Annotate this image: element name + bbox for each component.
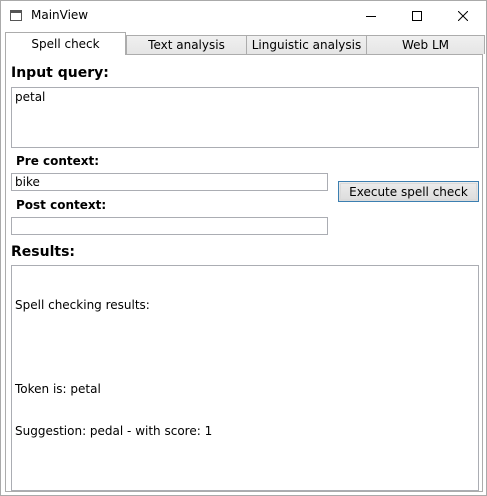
close-button[interactable] bbox=[440, 1, 486, 31]
maximize-button[interactable] bbox=[394, 1, 440, 31]
input-query-heading: Input query: bbox=[11, 65, 109, 81]
title-bar[interactable]: MainView bbox=[1, 1, 486, 31]
execute-spell-check-button[interactable]: Execute spell check bbox=[338, 181, 479, 202]
spell-check-panel: Input query: petal Pre context: bike Pos… bbox=[5, 54, 483, 492]
post-context-field[interactable] bbox=[11, 217, 328, 235]
tab-text-analysis[interactable]: Text analysis bbox=[126, 35, 247, 54]
tab-strip: Spell check Text analysis Linguistic ana… bbox=[3, 32, 485, 55]
pre-context-field[interactable]: bike bbox=[11, 173, 328, 191]
results-line: Token is: petal bbox=[15, 382, 101, 396]
post-context-label: Post context: bbox=[16, 198, 107, 212]
minimize-button[interactable] bbox=[348, 1, 394, 31]
execute-spell-check-label: Execute spell check bbox=[340, 183, 477, 200]
maximize-icon bbox=[412, 11, 422, 21]
pre-context-label: Pre context: bbox=[16, 154, 100, 168]
results-field[interactable]: Spell checking results: Token is: petal … bbox=[11, 265, 479, 491]
main-window: MainView Spell check Text analysis Lingu… bbox=[0, 0, 487, 496]
close-icon bbox=[458, 11, 468, 21]
results-line bbox=[15, 340, 475, 354]
tab-linguistic-analysis[interactable]: Linguistic analysis bbox=[246, 35, 367, 54]
results-line: Spell checking results: bbox=[15, 298, 150, 312]
tab-spell-check[interactable]: Spell check bbox=[5, 32, 126, 55]
window-title: MainView bbox=[31, 8, 89, 22]
input-query-field[interactable]: petal bbox=[11, 87, 479, 148]
results-heading: Results: bbox=[11, 244, 75, 260]
app-window-icon bbox=[10, 10, 22, 21]
minimize-icon bbox=[366, 16, 376, 17]
results-line: Suggestion: pedal - with score: 1 bbox=[15, 424, 213, 438]
tab-web-lm[interactable]: Web LM bbox=[366, 35, 485, 54]
